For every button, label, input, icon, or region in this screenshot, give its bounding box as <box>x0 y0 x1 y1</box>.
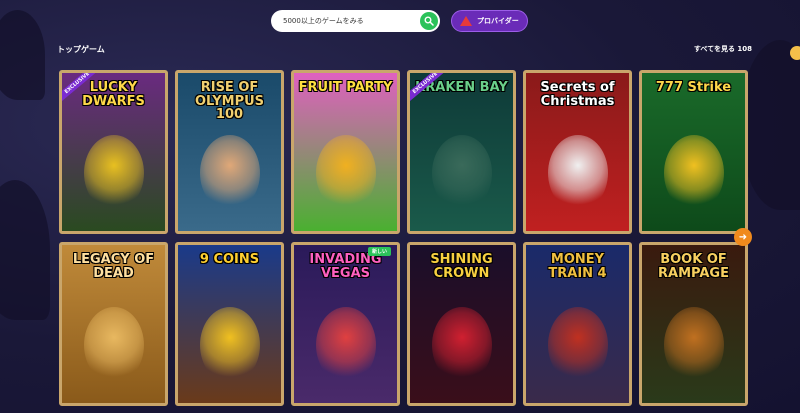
chevron-right-icon: ➜ <box>738 231 748 243</box>
game-card[interactable]: RISE OF OLYMPUS 100 <box>175 70 284 234</box>
game-card[interactable]: FRUIT PARTY <box>291 70 400 234</box>
search-button[interactable] <box>420 12 438 30</box>
new-badge: 新しい <box>368 247 392 256</box>
game-title: RISE OF OLYMPUS 100 <box>194 80 265 123</box>
background-foliage <box>740 40 800 210</box>
background-foliage <box>0 10 45 100</box>
provider-icon <box>460 16 472 26</box>
game-artwork <box>316 135 376 211</box>
search-input[interactable] <box>283 17 413 25</box>
game-artwork <box>664 135 724 211</box>
provider-button[interactable]: プロバイダー <box>451 10 528 32</box>
game-artwork <box>200 307 260 383</box>
game-title: FRUIT PARTY <box>298 80 393 95</box>
section-title: トップゲーム <box>57 45 105 54</box>
game-card[interactable]: Secrets of Christmas <box>523 70 632 234</box>
game-title: LEGACY OF DEAD <box>72 252 155 281</box>
scroll-indicator[interactable] <box>790 46 800 60</box>
search-bar[interactable] <box>271 10 440 32</box>
game-artwork <box>548 135 608 211</box>
background-foliage <box>0 180 50 320</box>
game-card[interactable]: LEGACY OF DEAD <box>59 242 168 406</box>
game-title: MONEY TRAIN 4 <box>548 252 607 281</box>
game-artwork <box>316 307 376 383</box>
game-title: INVADING VEGAS <box>309 252 382 281</box>
game-artwork <box>664 307 724 383</box>
provider-button-label: プロバイダー <box>477 17 519 25</box>
game-card[interactable]: LUCKY DWARFS EXCLUSIVE <box>59 70 168 234</box>
next-arrow-button[interactable]: ➜ <box>734 228 752 246</box>
game-artwork <box>548 307 608 383</box>
game-card[interactable]: 9 COINS <box>175 242 284 406</box>
game-card[interactable]: KRAKEN BAY EXCLUSIVE <box>407 70 516 234</box>
game-card[interactable]: INVADING VEGAS 新しい <box>291 242 400 406</box>
game-card[interactable]: SHINING CROWN <box>407 242 516 406</box>
game-grid: LUCKY DWARFS EXCLUSIVE RISE OF OLYMPUS 100… <box>59 70 748 406</box>
game-artwork <box>432 307 492 383</box>
game-title: SHINING CROWN <box>430 252 493 281</box>
game-card[interactable]: BOOK OF RAMPAGE <box>639 242 748 406</box>
see-all-link[interactable]: すべてを見る 108 <box>694 44 752 54</box>
game-artwork <box>432 135 492 211</box>
game-title: 777 Strike <box>655 80 732 95</box>
game-card[interactable]: MONEY TRAIN 4 <box>523 242 632 406</box>
game-title: BOOK OF RAMPAGE <box>658 252 729 281</box>
game-artwork <box>200 135 260 211</box>
game-card[interactable]: 777 Strike <box>639 70 748 234</box>
game-title: Secrets of Christmas <box>540 80 615 109</box>
game-title: 9 COINS <box>199 252 260 267</box>
game-artwork <box>84 307 144 383</box>
search-icon <box>424 16 434 26</box>
game-artwork <box>84 135 144 211</box>
